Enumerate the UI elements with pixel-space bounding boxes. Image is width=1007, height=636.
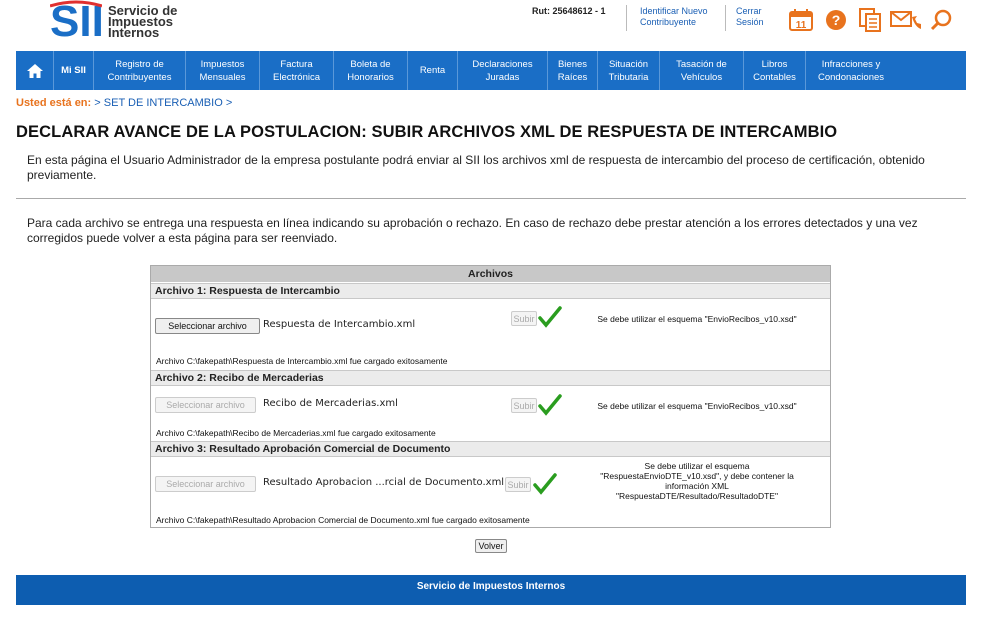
svg-text:SII: SII bbox=[50, 0, 102, 38]
nav-mi-sii[interactable]: Mi SII bbox=[54, 51, 94, 90]
identify-contributor-link[interactable]: Identificar Nuevo Contribuyente bbox=[640, 6, 708, 28]
file-2-section-header: Archivo 2: Recibo de Mercaderias bbox=[151, 370, 830, 386]
nav-renta[interactable]: Renta bbox=[408, 51, 458, 90]
nav-factura[interactable]: Factura Electrónica bbox=[260, 51, 334, 90]
footer: Servicio de Impuestos Internos bbox=[16, 575, 966, 605]
help-icon[interactable]: ? bbox=[826, 10, 846, 35]
file-1-schema-note: Se debe utilizar el esquema "EnvioRecibo… bbox=[597, 314, 797, 324]
logout-link-line-1: Cerrar bbox=[736, 6, 762, 16]
logout-link[interactable]: Cerrar Sesión bbox=[736, 6, 764, 28]
file-1-status: Archivo C:\fakepath\Respuesta de Interca… bbox=[156, 356, 448, 366]
identify-link-line-2: Contribuyente bbox=[640, 17, 697, 27]
check-icon bbox=[533, 473, 557, 500]
header-divider bbox=[626, 5, 627, 31]
file-3-status: Archivo C:\fakepath\Resultado Aprobacion… bbox=[156, 515, 530, 525]
upload-file-2-button[interactable]: Subir bbox=[511, 398, 537, 413]
info-text: Para cada archivo se entrega una respues… bbox=[27, 216, 918, 245]
nav-infracciones[interactable]: Infracciones y Condonaciones bbox=[806, 51, 896, 90]
nav-libros[interactable]: Libros Contables bbox=[744, 51, 806, 90]
check-icon bbox=[538, 394, 562, 421]
file-3-name: Resultado Aprobacion ...rcial de Documen… bbox=[263, 477, 505, 488]
file-3-section-header: Archivo 3: Resultado Aprobación Comercia… bbox=[151, 441, 830, 457]
file-2-schema-note: Se debe utilizar el esquema "EnvioRecibo… bbox=[597, 401, 797, 411]
nav-registro[interactable]: Registro de Contribuyentes bbox=[94, 51, 186, 90]
nav-situacion[interactable]: Situación Tributaria bbox=[598, 51, 660, 90]
file-3-note-line-2: "RespuestaEnvioDTE_v10.xsd", y debe cont… bbox=[600, 471, 794, 481]
sii-logo[interactable]: SII bbox=[49, 0, 104, 46]
search-icon[interactable] bbox=[930, 9, 952, 36]
nav-boleta[interactable]: Boleta de Honorarios bbox=[334, 51, 408, 90]
breadcrumb-separator: > bbox=[225, 97, 233, 109]
select-file-2-button[interactable]: Seleccionar archivo bbox=[155, 397, 256, 413]
mail-phone-icon[interactable] bbox=[890, 9, 922, 36]
home-icon bbox=[26, 63, 43, 78]
select-file-1-button[interactable]: Seleccionar archivo bbox=[155, 318, 260, 334]
table-header: Archivos bbox=[151, 266, 830, 282]
files-table: Archivos Archivo 1: Respuesta de Interca… bbox=[150, 265, 831, 528]
nav-impuestos[interactable]: Impuestos Mensuales bbox=[186, 51, 260, 90]
page-title: DECLARAR AVANCE DE LA POSTULACION: SUBIR… bbox=[16, 123, 838, 141]
nav-tasacion[interactable]: Tasación de Vehículos bbox=[660, 51, 744, 90]
upload-file-3-button[interactable]: Subir bbox=[505, 477, 531, 492]
header-divider bbox=[725, 5, 726, 31]
file-1-name: Respuesta de Intercambio.xml bbox=[263, 319, 416, 330]
logo-text: Servicio de Impuestos Internos bbox=[108, 4, 177, 39]
file-2-status: Archivo C:\fakepath\Recibo de Mercaderia… bbox=[156, 428, 436, 438]
upload-file-1-button[interactable]: Subir bbox=[511, 311, 537, 326]
nav-home[interactable] bbox=[16, 51, 54, 90]
intro-text: En esta página el Usuario Administrador … bbox=[27, 153, 925, 182]
file-1-section-header: Archivo 1: Respuesta de Intercambio bbox=[151, 283, 830, 299]
check-icon bbox=[538, 306, 562, 333]
breadcrumb: Usted está en: > SET DE INTERCAMBIO > bbox=[16, 97, 232, 109]
documents-icon[interactable] bbox=[858, 8, 882, 37]
nav-bienes[interactable]: Bienes Raíces bbox=[548, 51, 598, 90]
breadcrumb-item[interactable]: SET DE INTERCAMBIO bbox=[104, 97, 223, 109]
file-2-name: Recibo de Mercaderias.xml bbox=[263, 398, 398, 409]
breadcrumb-prefix: Usted está en: bbox=[16, 97, 92, 109]
calendar-day: 11 bbox=[796, 20, 807, 31]
divider bbox=[16, 198, 966, 199]
file-3-note-line-1: Se debe utilizar el esquema bbox=[644, 461, 750, 471]
file-3-note-line-3: información XML bbox=[665, 481, 729, 491]
main-nav: Mi SII Registro de Contribuyentes Impues… bbox=[16, 51, 966, 90]
svg-text:?: ? bbox=[832, 12, 841, 28]
identify-link-line-1: Identificar Nuevo bbox=[640, 6, 708, 16]
rut-label: Rut: 25648612 - 1 bbox=[532, 6, 606, 16]
file-3-schema-note: Se debe utilizar el esquema "RespuestaEn… bbox=[577, 461, 817, 501]
file-3-note-line-4: "RespuestaDTE/Resultado/ResultadoDTE" bbox=[616, 491, 778, 501]
breadcrumb-separator: > bbox=[94, 97, 101, 109]
nav-declaraciones[interactable]: Declaraciones Juradas bbox=[458, 51, 548, 90]
back-button[interactable]: Volver bbox=[475, 539, 507, 553]
logout-link-line-2: Sesión bbox=[736, 17, 764, 27]
select-file-3-button[interactable]: Seleccionar archivo bbox=[155, 476, 256, 492]
calendar-icon[interactable]: 11 bbox=[789, 9, 813, 36]
